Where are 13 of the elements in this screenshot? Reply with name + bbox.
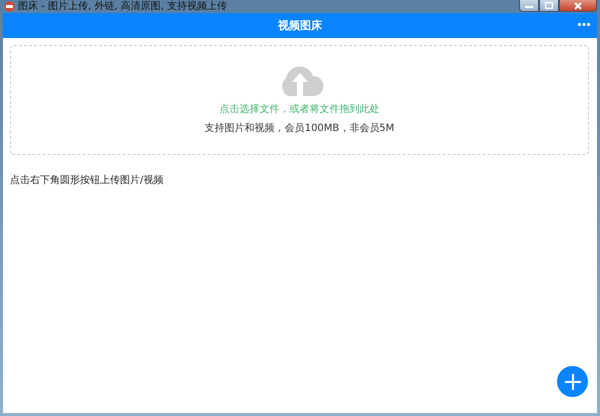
minimize-button[interactable] (519, 0, 539, 12)
upload-hint: 点击右下角圆形按钮上传图片/视频 (10, 174, 164, 187)
close-icon (574, 2, 582, 10)
maximize-button[interactable] (539, 0, 559, 12)
app-icon (4, 1, 15, 12)
plus-icon (564, 374, 580, 390)
upload-limits: 支持图片和视频，会员100MB，非会员5M (204, 122, 394, 135)
header-title: 视频图床 (278, 18, 322, 33)
close-button[interactable] (559, 0, 597, 12)
upload-dropzone[interactable]: 点击选择文件，或者将文件拖到此处 支持图片和视频，会员100MB，非会员5M (10, 45, 589, 155)
window-title: 图床 - 图片上传, 外链, 高清原图, 支持视频上传 (18, 0, 228, 13)
maximize-icon (545, 2, 553, 9)
more-icon[interactable] (578, 23, 590, 26)
